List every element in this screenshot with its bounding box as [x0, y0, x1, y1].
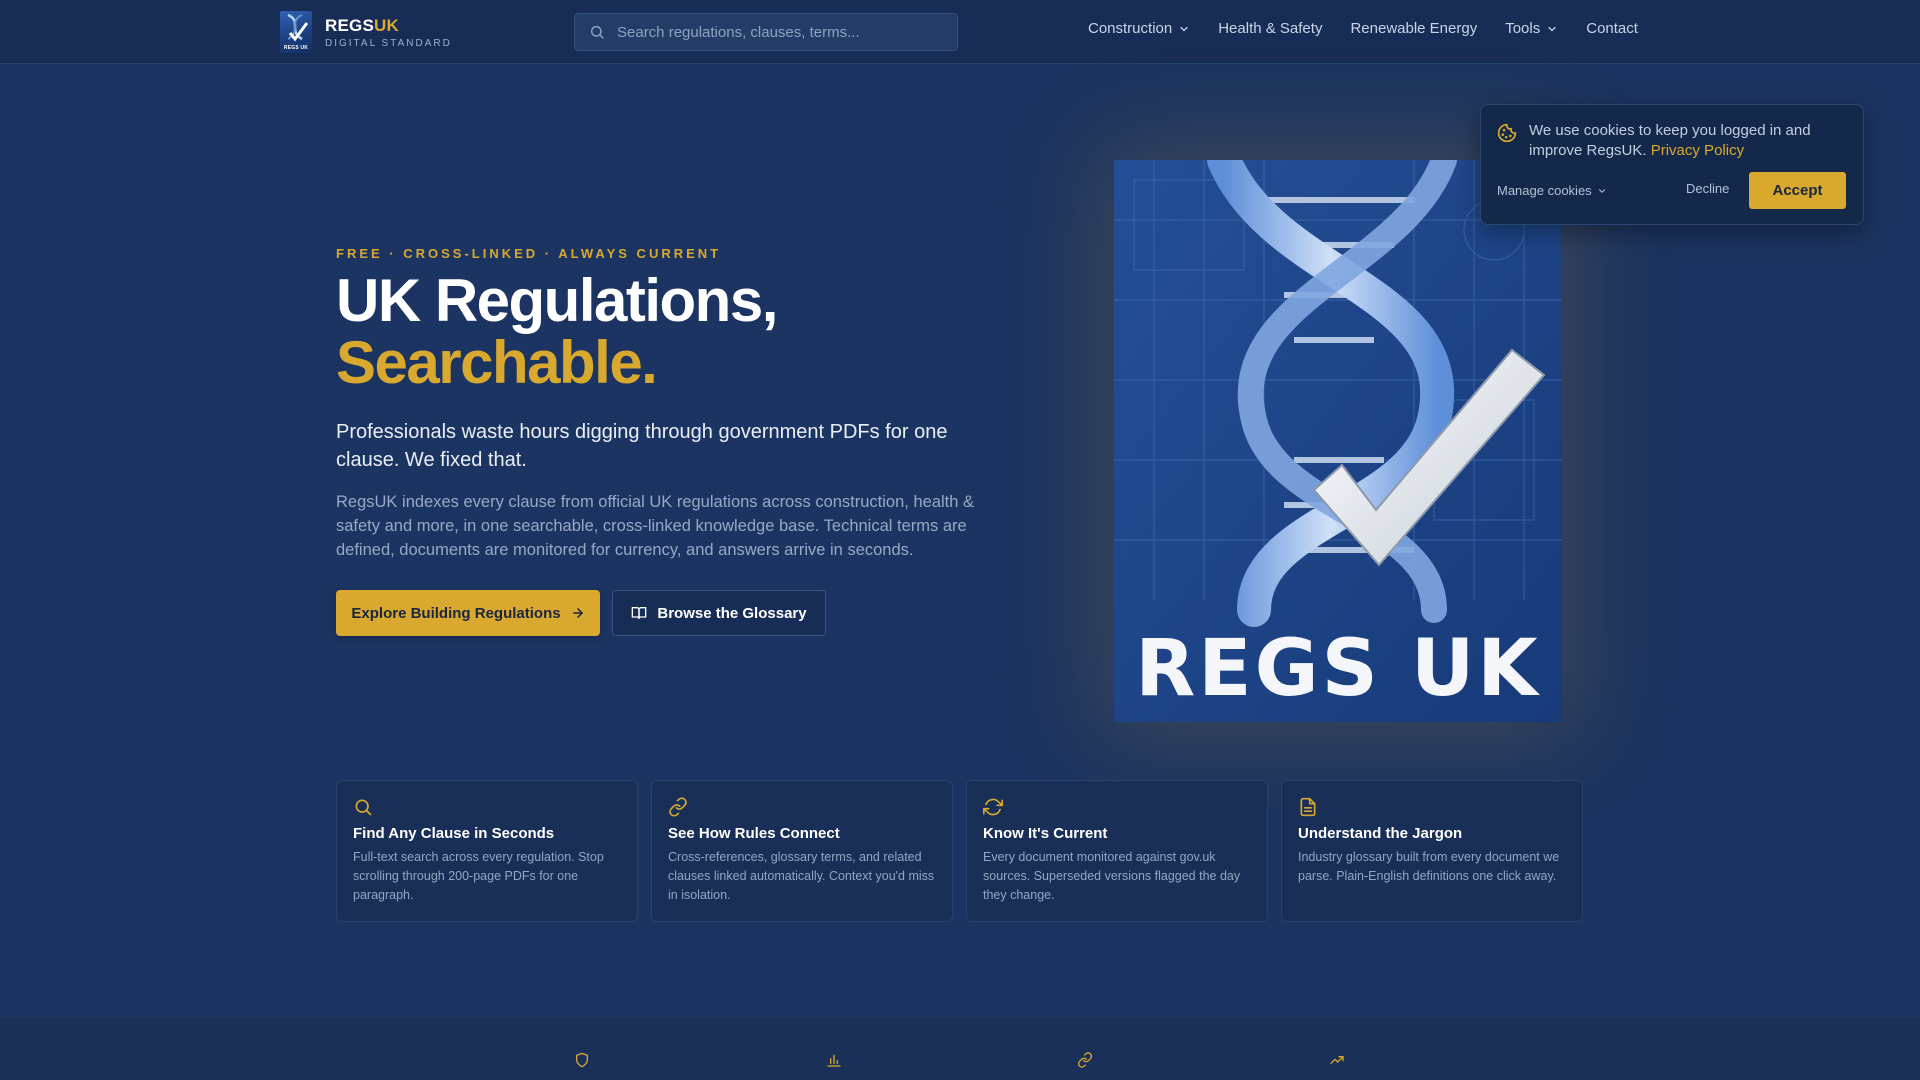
hero-image-text: REGS UK [1135, 624, 1541, 714]
feature-description: Cross-references, glossary terms, and re… [668, 850, 935, 902]
document-icon [1300, 797, 1316, 817]
hero-title-line1: UK Regulations, [336, 267, 778, 334]
nav-health-safety-label: Health & Safety [1218, 20, 1323, 37]
brand-name-main: REGS [325, 15, 374, 35]
nav-tools[interactable]: Tools [1505, 20, 1558, 37]
browse-glossary-button[interactable]: Browse the Glossary [612, 590, 826, 636]
hero-body: RegsUK indexes every clause from officia… [336, 493, 974, 559]
feature-description: Industry glossary built from every docum… [1298, 850, 1560, 883]
bar-chart-icon [827, 1054, 841, 1067]
feature-description: Every document monitored against gov.uk … [983, 850, 1241, 902]
hero-title: UK Regulations, Searchable. [336, 267, 778, 396]
nav-contact-label: Contact [1586, 20, 1638, 37]
hero-eyebrow: FREE · CROSS-LINKED · ALWAYS CURRENT [336, 246, 722, 261]
feature-card-current: Know It's Current Every document monitor… [966, 780, 1268, 922]
chevron-down-icon [1548, 26, 1556, 31]
logo-small-text: REGS UK [283, 45, 309, 51]
brand-text: REGSUK DIGITAL STANDARD [325, 16, 452, 49]
arrow-right-icon [572, 608, 583, 618]
manage-cookies-button[interactable]: Manage cookies [1497, 183, 1607, 198]
feature-card-search: Find Any Clause in Seconds Full-text sea… [336, 780, 638, 922]
refresh-icon [983, 798, 1003, 816]
decline-cookies-button[interactable]: Decline [1686, 181, 1729, 196]
hero-lead: Professionals waste hours digging throug… [336, 421, 948, 471]
feature-title: Know It's Current [983, 825, 1108, 842]
accept-cookies-button[interactable]: Accept [1749, 172, 1846, 209]
shield-icon [576, 1052, 588, 1068]
brand-logo: REGS UK [280, 11, 312, 53]
feature-card-connect: See How Rules Connect Cross-references, … [651, 780, 953, 922]
manage-cookies-label: Manage cookies [1497, 183, 1592, 198]
feature-card-jargon: Understand the Jargon Industry glossary … [1281, 780, 1583, 922]
nav-construction-label: Construction [1088, 20, 1173, 37]
link-icon [669, 797, 687, 817]
search-icon [590, 25, 604, 39]
main-nav: Construction Health & Safety Renewable E… [1088, 20, 1666, 37]
cookie-message: We use cookies to keep you logged in and… [1529, 121, 1849, 161]
chevron-down-icon [1598, 188, 1605, 193]
nav-tools-label: Tools [1505, 20, 1541, 37]
chevron-down-icon [1180, 26, 1188, 31]
nav-renewable-energy[interactable]: Renewable Energy [1350, 20, 1477, 37]
search-icon [355, 799, 372, 816]
feature-title: Understand the Jargon [1298, 825, 1463, 842]
link-icon [1077, 1052, 1093, 1068]
nav-construction[interactable]: Construction [1088, 20, 1190, 37]
brand-name: REGSUK [325, 16, 452, 36]
hero-title-line2: Searchable. [336, 329, 658, 396]
search-box[interactable] [574, 13, 958, 51]
cookie-icon [1497, 123, 1517, 143]
brand-name-accent: UK [373, 15, 399, 35]
hero-logo-image: REGS UK [1114, 160, 1562, 722]
search-input[interactable] [617, 23, 957, 41]
explore-building-regulations-button[interactable]: Explore Building Regulations [336, 590, 600, 636]
nav-renewable-energy-label: Renewable Energy [1350, 20, 1478, 37]
book-open-icon [632, 607, 647, 619]
nav-health-safety[interactable]: Health & Safety [1218, 20, 1322, 37]
feature-title: See How Rules Connect [668, 825, 840, 842]
privacy-policy-link[interactable]: Privacy Policy [1651, 142, 1744, 159]
feature-title: Find Any Clause in Seconds [353, 825, 555, 842]
brand-home-link[interactable]: REGS UK REGSUK DIGITAL STANDARD [280, 11, 452, 53]
nav-contact[interactable]: Contact [1586, 20, 1638, 37]
stats-band [0, 1018, 1920, 1080]
explore-button-label: Explore Building Regulations [351, 604, 561, 622]
site-header: REGS UK REGSUK DIGITAL STANDARD Construc… [0, 0, 1920, 64]
trending-up-icon [1330, 1056, 1344, 1064]
feature-description: Full-text search across every regulation… [353, 850, 604, 902]
browse-button-label: Browse the Glossary [657, 604, 807, 622]
brand-tagline: DIGITAL STANDARD [325, 37, 452, 49]
